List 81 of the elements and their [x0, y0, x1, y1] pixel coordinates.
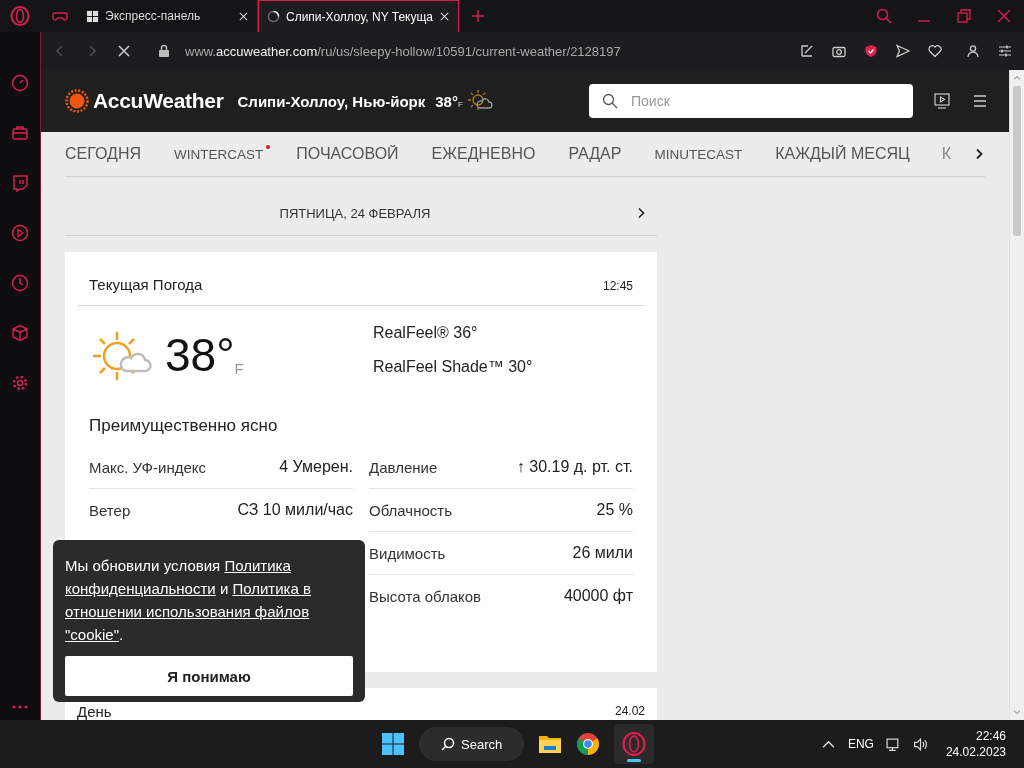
- windows-start-icon[interactable]: [381, 732, 405, 756]
- detail-value: ↑ 30.19 д. рт. ст.: [516, 458, 633, 476]
- new-tab-icon[interactable]: [471, 9, 486, 23]
- lock-icon: [157, 44, 171, 58]
- detail-value: 40000 фт: [563, 587, 633, 605]
- search-icon: [602, 93, 618, 109]
- speaker-icon[interactable]: [912, 736, 928, 752]
- close-icon[interactable]: [996, 8, 1012, 24]
- scroll-thumb[interactable]: [1013, 86, 1021, 236]
- detail-value: СЗ 10 мили/час: [237, 501, 353, 519]
- brand-name[interactable]: AccuWeather: [93, 89, 224, 113]
- browser-tab[interactable]: Слипи-Холлоу, NY Текуща: [258, 0, 460, 32]
- close-tab-icon[interactable]: [238, 10, 249, 22]
- chrome-icon[interactable]: [576, 732, 601, 756]
- restore-icon[interactable]: [956, 8, 972, 24]
- loading-spinner-icon: [267, 10, 280, 23]
- sun-logo-icon[interactable]: [65, 89, 89, 113]
- detail-label: Видимость: [369, 544, 446, 562]
- card-title: Текущая Погода: [89, 276, 203, 293]
- location-name[interactable]: Слипи-Холлоу, Нью-йорк: [237, 92, 426, 110]
- temperature-unit: F: [457, 99, 463, 109]
- detail-value: 26 мили: [572, 544, 633, 562]
- camera-icon[interactable]: [832, 44, 846, 58]
- realfeel-text: RealFeel® 36°: [373, 324, 479, 342]
- language-indicator[interactable]: ENG: [847, 737, 874, 751]
- detail-label: Макс. УФ-индекс: [89, 458, 206, 476]
- header-temperature: 38°: [435, 92, 458, 110]
- clock-time[interactable]: 22:46: [975, 729, 1006, 743]
- accept-button[interactable]: Я понимаю: [65, 656, 353, 696]
- twitch-icon[interactable]: [11, 174, 29, 192]
- user-icon[interactable]: [966, 44, 980, 58]
- cookie-message: Мы обновили условия Политика конфиденциальности и Политика в отношении использования файлов "cookie".: [65, 556, 312, 645]
- search-icon: [441, 737, 455, 751]
- speedometer-icon[interactable]: [11, 74, 29, 92]
- detail-label: Давление: [369, 458, 438, 476]
- detail-label: Облачность: [369, 501, 452, 519]
- cube-icon[interactable]: [11, 324, 29, 342]
- date-text: 24.02: [614, 704, 645, 719]
- address-field[interactable]: www.accuweather.com/ru/us/sleepy-hollow/10591/current-weather/2128197: [185, 43, 621, 59]
- nav-tab[interactable]: КАЖДЫЙ МЕСЯЦ: [775, 145, 910, 163]
- temperature-value: 38°: [165, 328, 235, 382]
- scrollbar[interactable]: [1009, 70, 1024, 720]
- sliders-icon[interactable]: [998, 44, 1012, 58]
- nav-tab[interactable]: ПОЧАСОВОЙ: [296, 145, 399, 163]
- taskbar-search[interactable]: Search: [419, 727, 525, 761]
- clock-icon[interactable]: [11, 274, 29, 292]
- settings-icon[interactable]: [11, 374, 29, 392]
- detail-value: 4 Умерен.: [279, 458, 353, 476]
- play-icon[interactable]: [11, 224, 29, 242]
- card-title: День: [77, 704, 112, 719]
- grid-icon: [86, 9, 99, 23]
- opera-logo-icon[interactable]: [10, 6, 30, 26]
- video-icon[interactable]: [933, 92, 951, 110]
- opera-logo-icon: [622, 732, 647, 756]
- more-icon[interactable]: [11, 704, 29, 710]
- network-icon[interactable]: [885, 736, 901, 752]
- close-tab-icon[interactable]: [439, 11, 451, 22]
- detail-value: 25 %: [596, 501, 633, 519]
- nav-tab[interactable]: РАДАР: [568, 145, 622, 163]
- temperature-unit: F: [234, 360, 244, 377]
- observation-time: 12:45: [602, 279, 633, 293]
- nav-tab[interactable]: ЕЖЕДНЕВНО: [431, 145, 536, 163]
- opera-taskbar-button[interactable]: [614, 724, 655, 764]
- search-icon[interactable]: [876, 8, 892, 24]
- condition-text: Преимущественно ясно: [88, 415, 279, 437]
- heart-icon[interactable]: [928, 44, 942, 58]
- detail-label: Высота облаков: [369, 587, 482, 605]
- briefcase-icon[interactable]: [11, 124, 29, 142]
- send-icon[interactable]: [896, 44, 910, 58]
- nav-tab[interactable]: СЕГОДНЯ: [65, 145, 142, 163]
- edit-icon[interactable]: [800, 44, 814, 58]
- nav-tab[interactable]: WINTERCAST: [174, 146, 264, 162]
- search-field[interactable]: Поиск: [589, 84, 913, 118]
- clock-date[interactable]: 24.02.2023: [945, 745, 1006, 759]
- shield-icon[interactable]: [864, 44, 878, 58]
- date-label: ПЯТНИЦА, 24 ФЕВРАЛЯ: [279, 205, 431, 221]
- menu-icon[interactable]: [971, 92, 989, 110]
- nav-tab[interactable]: MINUTECAST: [654, 146, 743, 162]
- realfeel-shade-text: RealFeel Shade™ 30°: [373, 358, 533, 376]
- stop-icon[interactable]: [117, 44, 131, 58]
- detail-label: Ветер: [89, 501, 131, 519]
